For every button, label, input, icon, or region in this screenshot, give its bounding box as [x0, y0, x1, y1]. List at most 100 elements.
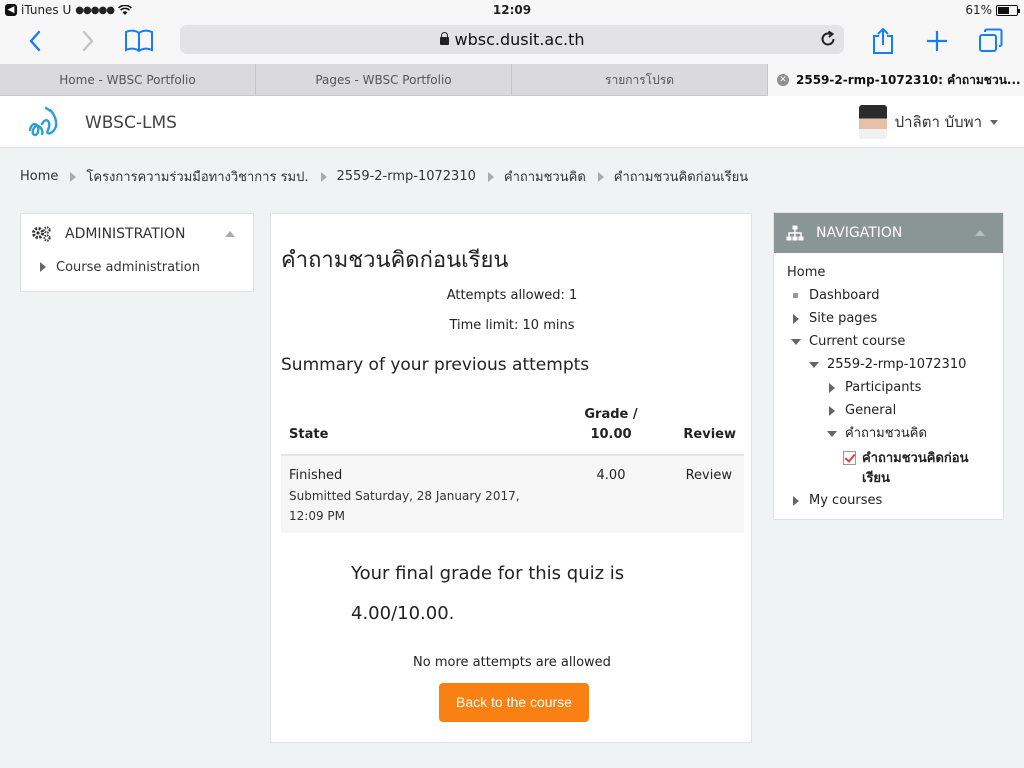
nav-item-dashboard[interactable]: Dashboard: [774, 288, 1003, 311]
nav-quiz-line1: คำถามชวนคิดก่อน: [862, 451, 969, 466]
breadcrumb-item[interactable]: 2559-2-rmp-1072310: [337, 169, 476, 184]
nav-label: คำถามชวนคิดก่อน เรียน: [862, 449, 968, 489]
nav-item-my-courses[interactable]: My courses: [774, 493, 1003, 516]
course-administration-item[interactable]: Course administration: [21, 254, 253, 280]
user-menu[interactable]: ปาลิตา บับพา: [858, 105, 998, 139]
administration-title: ADMINISTRATION: [65, 226, 186, 242]
nav-label: Participants: [845, 380, 922, 395]
sitemap-icon: [786, 225, 804, 241]
nav-label: My courses: [809, 493, 883, 508]
chevron-down-icon[interactable]: [990, 119, 998, 125]
breadcrumb-item-current[interactable]: คำถามชวนคิดก่อนเรียน: [614, 166, 748, 187]
collapse-icon[interactable]: [225, 231, 235, 237]
new-tab-icon[interactable]: [922, 26, 952, 56]
nav-item-participants[interactable]: Participants: [774, 380, 1003, 403]
breadcrumb-separator-icon: [597, 171, 604, 182]
collapse-arrow-icon: [827, 431, 837, 437]
breadcrumb-item[interactable]: คำถามชวนคิด: [504, 166, 586, 187]
nav-label: คำถามชวนคิด: [845, 426, 927, 441]
time-limit: Time limit: 10 mins: [449, 318, 575, 333]
nav-item-course[interactable]: 2559-2-rmp-1072310: [774, 357, 1003, 380]
no-more-attempts: No more attempts are allowed: [413, 655, 611, 670]
site-header: WBSC-LMS ปาลิตา บับพา: [0, 96, 1024, 148]
back-icon[interactable]: [20, 26, 50, 56]
nav-item-section[interactable]: คำถามชวนคิด: [774, 426, 1003, 449]
final-grade-text: Your final grade for this quiz is: [351, 563, 625, 584]
attempts-table: State Grade / 10.00 Review Finished Subm…: [281, 403, 744, 533]
navigation-title: NAVIGATION: [816, 225, 903, 241]
breadcrumb-item[interactable]: Home: [20, 169, 58, 184]
navigation-block: NAVIGATION Home Dashboard Site pages Cur…: [773, 212, 1004, 520]
site-logo-icon[interactable]: [26, 104, 62, 140]
address-bar[interactable]: wbsc.dusit.ac.th: [180, 25, 844, 54]
ios-status-bar: ◀ iTunes U ●●●●● 12:09 61%: [0, 0, 1024, 20]
browser-tab-active[interactable]: ✕ 2559-2-rmp-1072310: คำถามชวน...: [768, 64, 1024, 96]
nav-item-current-course[interactable]: Current course: [774, 334, 1003, 357]
final-grade-value: 4.00/10.00.: [351, 603, 455, 624]
active-tab-label: 2559-2-rmp-1072310: คำถามชวน...: [796, 73, 1021, 87]
attempt-submitted-time: Submitted Saturday, 28 January 2017, 12:…: [289, 489, 520, 523]
nav-item-general[interactable]: General: [774, 403, 1003, 426]
nav-item-quiz-current[interactable]: คำถามชวนคิดก่อน เรียน: [774, 449, 1003, 493]
review-link[interactable]: Review: [661, 455, 744, 533]
url-display[interactable]: wbsc.dusit.ac.th: [180, 30, 844, 49]
browser-tab[interactable]: Pages - WBSC Portfolio: [256, 64, 512, 96]
avatar[interactable]: [858, 105, 887, 139]
navigation-tree: Home Dashboard Site pages Current course…: [774, 253, 1003, 516]
close-tab-icon[interactable]: ✕: [777, 74, 789, 86]
administration-header[interactable]: ADMINISTRATION: [21, 214, 253, 254]
breadcrumb: Home โครงการความร่วมมือทางวิชาการ รมป. 2…: [20, 166, 748, 187]
bookmarks-icon[interactable]: [124, 26, 154, 56]
grade-header-line1: Grade /: [584, 407, 638, 422]
grade-header-line2: 10.00: [590, 427, 632, 442]
collapse-icon[interactable]: [975, 230, 985, 236]
page-title: คำถามชวนคิดก่อนเรียน: [281, 248, 509, 273]
expand-arrow-icon: [40, 262, 46, 272]
share-icon[interactable]: [868, 26, 898, 56]
collapse-arrow-icon: [791, 339, 801, 345]
nav-label: General: [845, 403, 897, 418]
collapse-arrow-icon: [809, 362, 819, 368]
quiz-main-region: คำถามชวนคิดก่อนเรียน Attempts allowed: 1…: [270, 213, 752, 743]
breadcrumb-item[interactable]: โครงการความร่วมมือทางวิชาการ รมป.: [86, 166, 308, 187]
final-grade-message: Your final grade for this quiz is 4.00/1…: [351, 554, 624, 634]
nav-item-home[interactable]: Home: [774, 265, 1003, 288]
tabs-overview-icon[interactable]: [976, 26, 1006, 56]
expand-arrow-icon: [793, 314, 799, 324]
url-text: wbsc.dusit.ac.th: [454, 30, 585, 49]
column-header-review: Review: [661, 403, 744, 456]
administration-block: ADMINISTRATION Course administration: [20, 213, 254, 292]
browser-tab[interactable]: รายการโปรด: [512, 64, 768, 96]
nav-label: Home: [787, 265, 826, 280]
expand-arrow-icon: [829, 406, 835, 416]
battery-icon: [996, 4, 1020, 16]
nav-label: Dashboard: [809, 288, 880, 303]
browser-toolbar: wbsc.dusit.ac.th: [0, 20, 1024, 64]
attempts-allowed: Attempts allowed: 1: [446, 288, 578, 303]
table-row: Finished Submitted Saturday, 28 January …: [281, 455, 744, 533]
expand-arrow-icon: [793, 496, 799, 506]
reload-icon[interactable]: [818, 29, 838, 49]
nav-quiz-line2: เรียน: [862, 471, 890, 486]
gears-icon: [32, 226, 51, 242]
summary-heading: Summary of your previous attempts: [281, 355, 590, 375]
back-to-course-button[interactable]: Back to the course: [439, 683, 589, 722]
attempt-state-cell: Finished Submitted Saturday, 28 January …: [281, 455, 561, 533]
nav-label: Current course: [809, 334, 906, 349]
bullet-icon: [793, 293, 798, 298]
status-right: 61%: [965, 3, 1020, 17]
forward-icon[interactable]: [73, 26, 103, 56]
quiz-icon: [843, 451, 856, 465]
column-header-grade: Grade / 10.00: [561, 403, 661, 456]
course-administration-label: Course administration: [56, 259, 200, 275]
browser-tabs: Home - WBSC Portfolio Pages - WBSC Portf…: [0, 64, 1024, 96]
browser-tab[interactable]: Home - WBSC Portfolio: [0, 64, 256, 96]
navigation-header[interactable]: NAVIGATION: [774, 213, 1003, 253]
nav-item-site-pages[interactable]: Site pages: [774, 311, 1003, 334]
battery-percent: 61%: [965, 3, 992, 17]
nav-label: 2559-2-rmp-1072310: [827, 357, 967, 372]
breadcrumb-separator-icon: [70, 171, 77, 182]
site-name[interactable]: WBSC-LMS: [85, 113, 177, 133]
column-header-state: State: [281, 403, 561, 456]
user-name[interactable]: ปาลิตา บับพา: [895, 110, 982, 134]
